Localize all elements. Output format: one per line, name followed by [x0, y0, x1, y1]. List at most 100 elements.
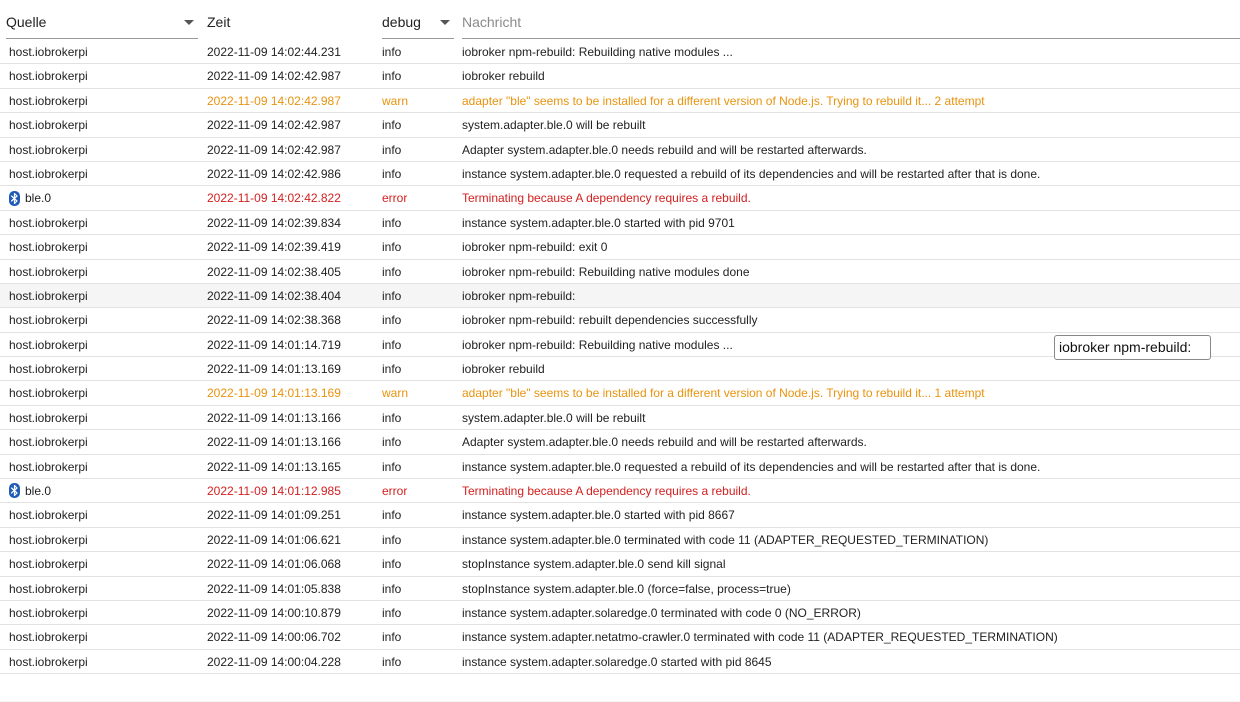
source-text: host.iobrokerpi: [9, 532, 88, 547]
severity-cell: info: [382, 288, 402, 303]
table-row[interactable]: ble.0 2022-11-09 14:01:12.985 error Termina…: [0, 479, 1240, 504]
time-cell: 2022-11-09 14:01:13.169: [207, 362, 341, 377]
table-row[interactable]: host.iobrokerpi 2022-11-09 14:01:06.621 in…: [0, 528, 1240, 553]
source-cell: host.iobrokerpi: [9, 64, 194, 88]
tooltip: iobroker npm-rebuild:: [1054, 335, 1211, 360]
message-cell: instance system.adapter.ble.0 terminated…: [462, 532, 989, 547]
table-row[interactable]: host.iobrokerpi 2022-11-09 14:02:38.404 in…: [0, 283, 1240, 309]
source-text: host.iobrokerpi: [9, 215, 88, 230]
table-row[interactable]: host.iobrokerpi 2022-11-09 14:01:05.838 in…: [0, 577, 1240, 601]
table-row[interactable]: host.iobrokerpi 2022-11-09 14:01:13.169 wa…: [0, 381, 1240, 406]
source-text: host.iobrokerpi: [9, 605, 88, 620]
table-row[interactable]: host.iobrokerpi 2022-11-09 14:02:38.405 in…: [0, 260, 1240, 284]
message-cell: adapter "ble" seems to be installed for …: [462, 386, 985, 401]
severity-cell: info: [382, 166, 402, 181]
table-row[interactable]: host.iobrokerpi 2022-11-09 14:00:06.702 in…: [0, 625, 1240, 650]
source-text: host.iobrokerpi: [9, 459, 88, 474]
time-cell: 2022-11-09 14:01:13.169: [207, 386, 341, 401]
severity-cell: info: [382, 410, 402, 425]
source-text: host.iobrokerpi: [9, 313, 88, 328]
time-cell: 2022-11-09 14:01:13.165: [207, 459, 341, 474]
table-row[interactable]: host.iobrokerpi 2022-11-09 14:02:42.987 in…: [0, 64, 1240, 89]
source-cell: host.iobrokerpi: [9, 625, 194, 649]
severity-filter-select[interactable]: debug: [382, 8, 454, 39]
table-row[interactable]: host.iobrokerpi 2022-11-09 14:01:09.251 in…: [0, 503, 1240, 528]
severity-cell: info: [382, 605, 402, 620]
table-row[interactable]: host.iobrokerpi 2022-11-09 14:02:42.986 in…: [0, 162, 1240, 187]
table-row[interactable]: host.iobrokerpi 2022-11-09 14:01:13.165 in…: [0, 455, 1240, 480]
table-row[interactable]: host.iobrokerpi 2022-11-09 14:00:10.879 in…: [0, 601, 1240, 626]
table-row[interactable]: host.iobrokerpi 2022-11-09 14:02:38.368 in…: [0, 308, 1240, 333]
source-text: host.iobrokerpi: [9, 337, 88, 352]
time-cell: 2022-11-09 14:02:38.404: [207, 288, 341, 303]
time-cell: 2022-11-09 14:01:06.068: [207, 557, 341, 572]
table-row[interactable]: host.iobrokerpi 2022-11-09 14:01:13.166 in…: [0, 430, 1240, 455]
source-text: host.iobrokerpi: [9, 45, 88, 59]
severity-cell: info: [382, 118, 402, 133]
table-row[interactable]: ble.0 2022-11-09 14:02:42.822 error Termina…: [0, 186, 1240, 211]
table-row[interactable]: host.iobrokerpi 2022-11-09 14:01:13.166 in…: [0, 406, 1240, 431]
source-text: host.iobrokerpi: [9, 288, 88, 303]
severity-cell: info: [382, 654, 402, 669]
table-row[interactable]: host.iobrokerpi 2022-11-09 14:02:42.987 in…: [0, 113, 1240, 138]
table-row[interactable]: host.iobrokerpi 2022-11-09 14:01:13.169 in…: [0, 357, 1240, 382]
table-row[interactable]: host.iobrokerpi 2022-11-09 14:02:44.231 in…: [0, 40, 1240, 65]
source-text: host.iobrokerpi: [9, 264, 88, 279]
time-cell: 2022-11-09 14:01:09.251: [207, 508, 341, 523]
time-cell: 2022-11-09 14:01:14.719: [207, 337, 341, 352]
table-row[interactable]: host.iobrokerpi 2022-11-09 14:02:39.834 in…: [0, 211, 1240, 236]
source-cell: host.iobrokerpi: [9, 235, 194, 259]
source-filter-select[interactable]: Quelle: [6, 8, 198, 39]
source-cell: host.iobrokerpi: [9, 162, 194, 186]
source-cell: host.iobrokerpi: [9, 650, 194, 674]
source-cell: host.iobrokerpi: [9, 381, 194, 405]
severity-cell: info: [382, 557, 402, 572]
source-text: host.iobrokerpi: [9, 630, 88, 645]
severity-cell: info: [382, 313, 402, 328]
message-cell: iobroker npm-rebuild: rebuilt dependenci…: [462, 313, 758, 328]
severity-cell: info: [382, 532, 402, 547]
severity-cell: info: [382, 69, 402, 84]
source-text: host.iobrokerpi: [9, 142, 88, 157]
source-cell: host.iobrokerpi: [9, 113, 194, 137]
source-text: host.iobrokerpi: [9, 69, 88, 84]
severity-cell: info: [382, 459, 402, 474]
severity-cell: info: [382, 581, 402, 596]
severity-cell: info: [382, 142, 402, 157]
source-cell: host.iobrokerpi: [9, 138, 194, 162]
severity-cell: info: [382, 362, 402, 377]
source-cell: host.iobrokerpi: [9, 601, 194, 625]
source-cell: host.iobrokerpi: [9, 333, 194, 357]
message-cell: iobroker npm-rebuild: exit 0: [462, 240, 608, 255]
time-cell: 2022-11-09 14:02:39.834: [207, 215, 341, 230]
message-cell: iobroker rebuild: [462, 362, 545, 377]
message-cell: system.adapter.ble.0 will be rebuilt: [462, 410, 646, 425]
message-cell: instance system.adapter.ble.0 requested …: [462, 166, 1041, 181]
severity-cell: warn: [382, 93, 409, 108]
table-row[interactable]: host.iobrokerpi 2022-11-09 14:02:42.987 in…: [0, 138, 1240, 162]
time-cell: 2022-11-09 14:01:12.985: [207, 484, 341, 499]
time-column-label: Zeit: [207, 14, 231, 30]
source-cell: host.iobrokerpi: [9, 455, 194, 479]
message-filter-input[interactable]: [462, 11, 1240, 33]
message-cell: iobroker npm-rebuild:: [462, 288, 576, 303]
time-cell: 2022-11-09 14:02:42.987: [207, 69, 341, 84]
table-row[interactable]: host.iobrokerpi 2022-11-09 14:00:04.228 in…: [0, 650, 1240, 675]
time-cell: 2022-11-09 14:02:38.405: [207, 264, 341, 279]
table-row[interactable]: host.iobrokerpi 2022-11-09 14:02:42.987 wa…: [0, 89, 1240, 114]
source-text: host.iobrokerpi: [9, 93, 88, 108]
message-cell: instance system.adapter.solaredge.0 term…: [462, 605, 861, 620]
source-text: host.iobrokerpi: [9, 581, 88, 596]
source-cell: ble.0: [9, 186, 194, 210]
table-row[interactable]: host.iobrokerpi 2022-11-09 14:01:06.068 in…: [0, 552, 1240, 577]
message-cell: Adapter system.adapter.ble.0 needs rebui…: [462, 142, 867, 157]
severity-cell: info: [382, 240, 402, 255]
table-row[interactable]: host.iobrokerpi 2022-11-09 14:02:39.419 in…: [0, 235, 1240, 260]
time-cell: 2022-11-09 14:02:42.987: [207, 142, 341, 157]
severity-cell: info: [382, 264, 402, 279]
source-text: host.iobrokerpi: [9, 508, 88, 523]
source-cell: host.iobrokerpi: [9, 357, 194, 381]
source-cell: host.iobrokerpi: [9, 528, 194, 552]
message-cell: Terminating because A dependency require…: [462, 191, 751, 206]
source-cell: host.iobrokerpi: [9, 430, 194, 454]
